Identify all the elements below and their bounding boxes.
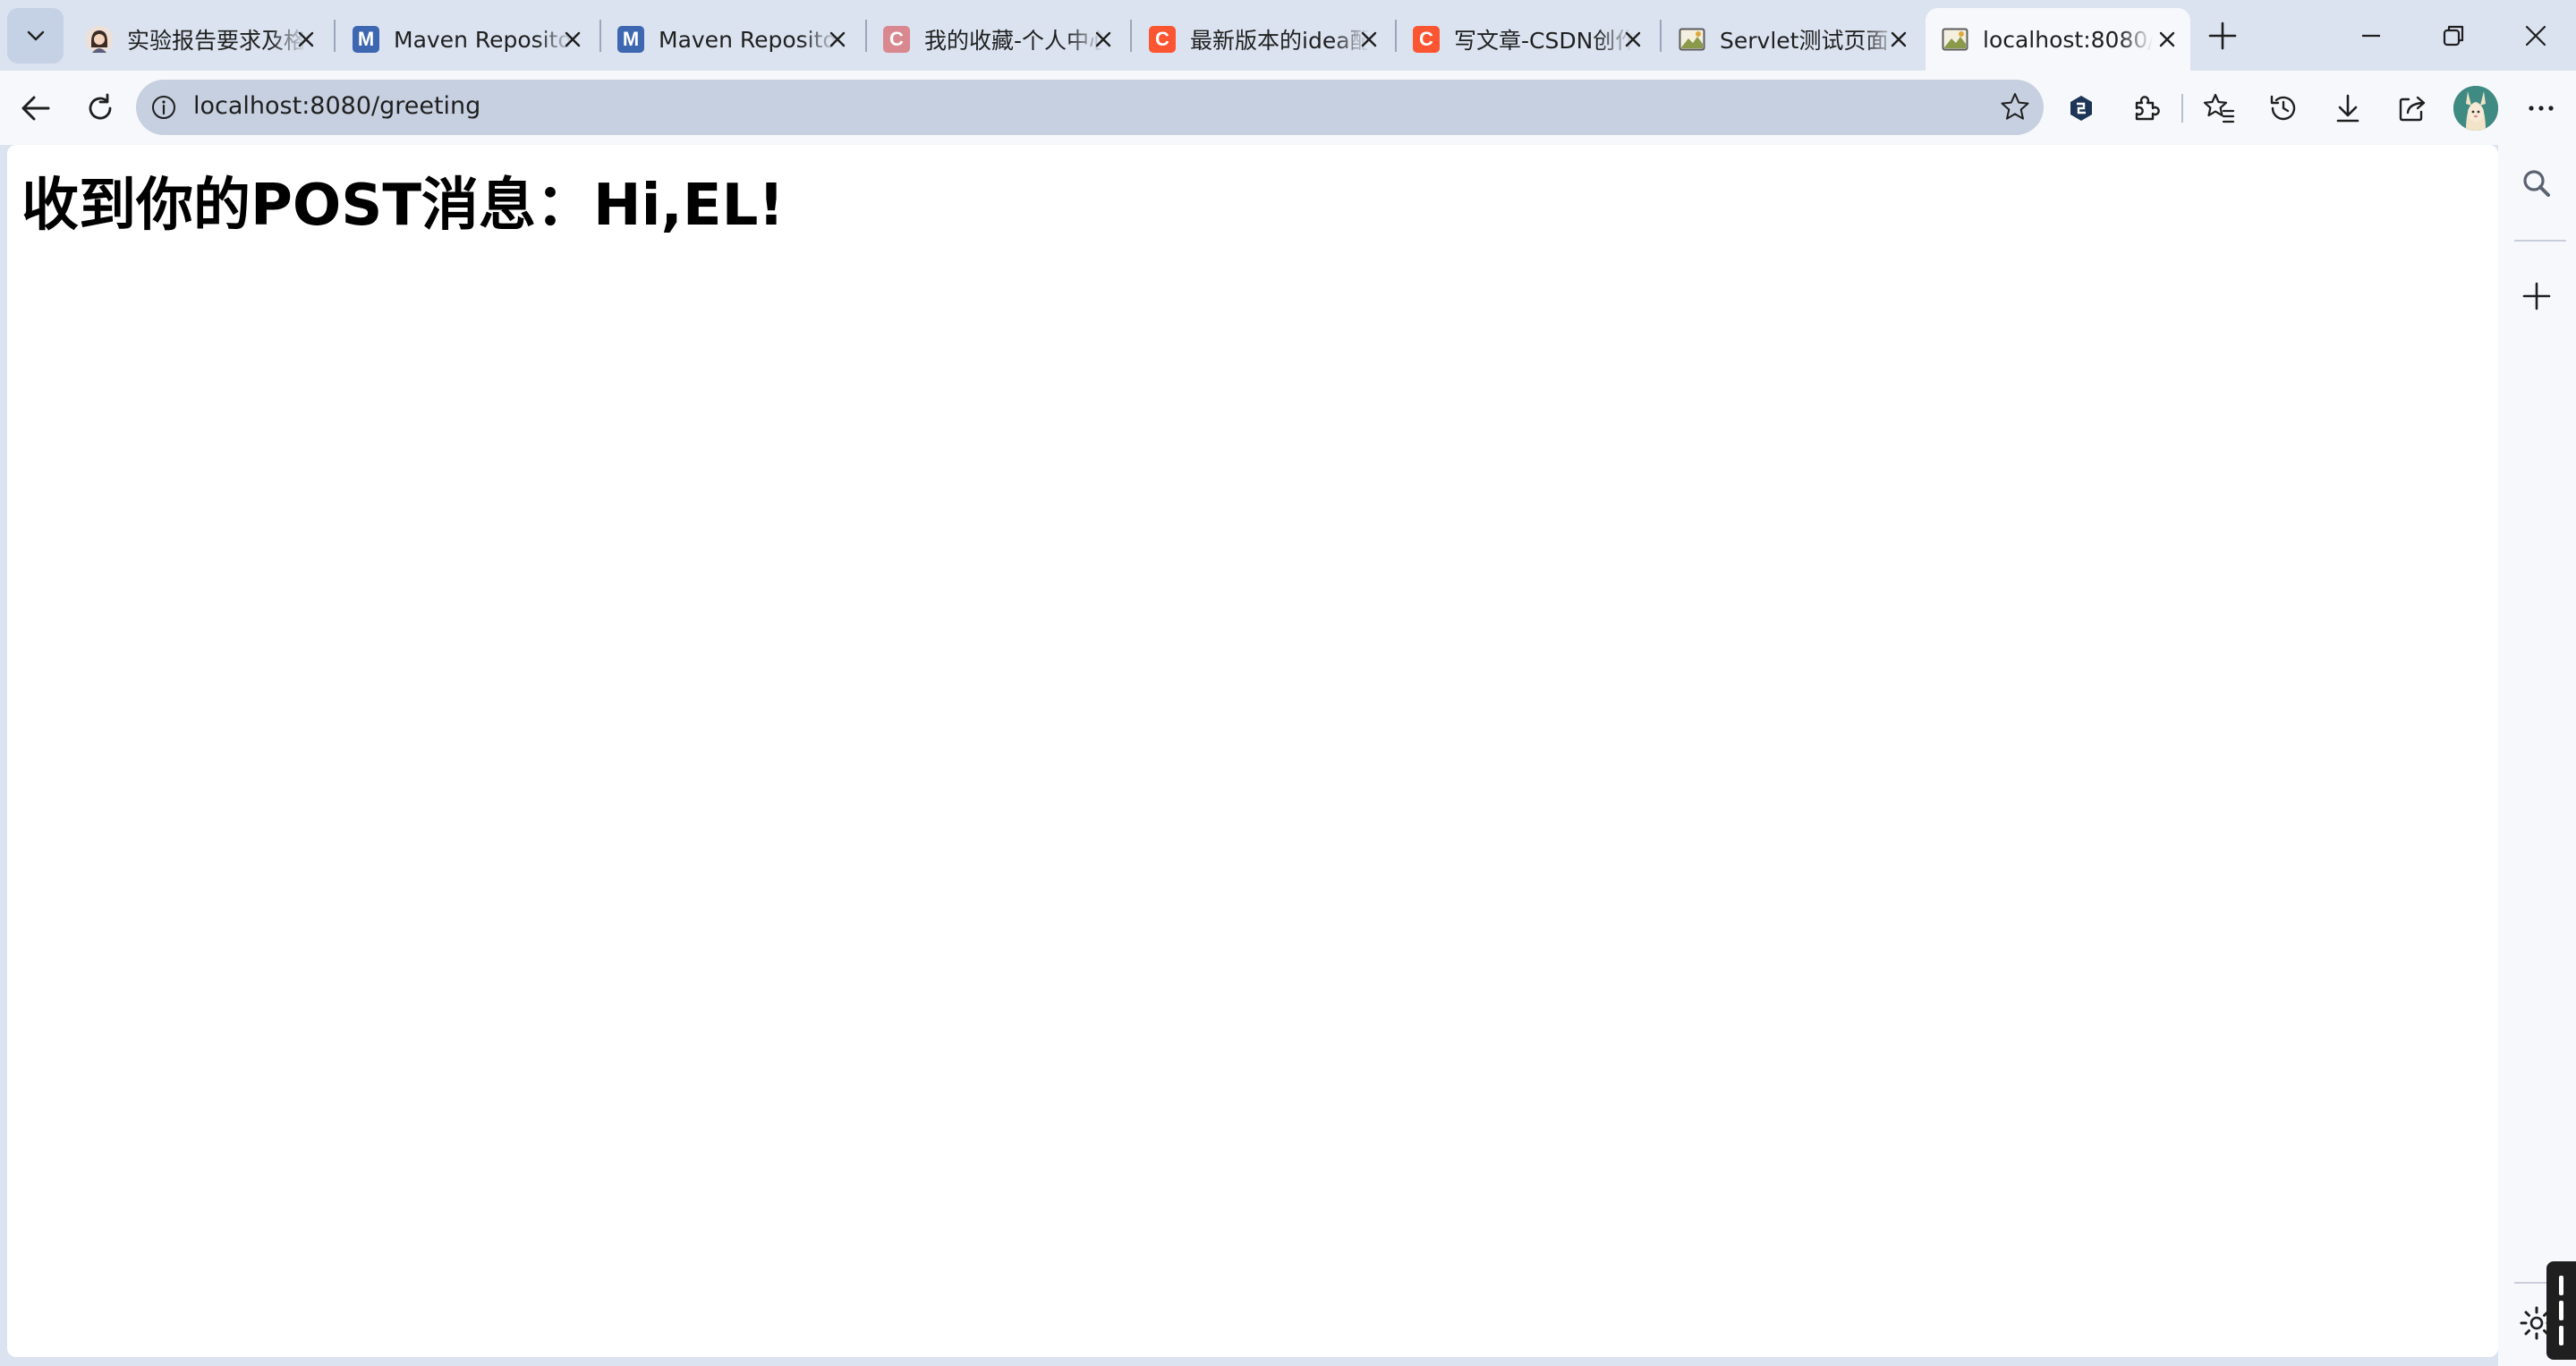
refresh-button[interactable] [81, 89, 120, 128]
sidebar-separator [2514, 240, 2566, 242]
tab-title: Maven Repository [659, 26, 837, 53]
add-favorite-star-icon[interactable] [1999, 91, 2031, 123]
history-icon [2270, 95, 2296, 121]
maven-icon: M [617, 26, 644, 53]
page-heading: 收到你的POST消息：Hi,EL! [21, 173, 785, 239]
close-icon[interactable] [562, 29, 583, 50]
favorites-icon [2203, 93, 2235, 123]
tab[interactable]: Servlet测试页面 [1662, 8, 1922, 71]
tab-title: localhost:8080/greeting [1983, 26, 2153, 53]
tab-title: Maven Repository [394, 26, 573, 53]
broken-image-icon [1942, 26, 1968, 53]
extension-hex-icon [2070, 96, 2092, 121]
download-icon [2336, 94, 2359, 123]
more-horizontal-icon [2529, 106, 2554, 111]
favorites-button[interactable] [2199, 89, 2239, 128]
chevron-down-icon [27, 30, 44, 41]
add-sidebar-app-icon[interactable] [2518, 277, 2555, 315]
tab[interactable]: 实验报告要求及格式 [70, 8, 329, 71]
tab-separator [1130, 20, 1132, 52]
tab[interactable]: C 写文章-CSDN创作 [1397, 8, 1656, 71]
tab-separator [1660, 20, 1662, 52]
tab-title: 实验报告要求及格式 [127, 28, 306, 54]
address-bar[interactable]: localhost:8080/greeting [136, 80, 2044, 135]
close-icon[interactable] [827, 29, 848, 50]
csdn-icon: C [883, 26, 910, 53]
tab[interactable]: M Maven Repository [336, 8, 596, 71]
url-text[interactable]: localhost:8080/greeting [193, 92, 480, 120]
refresh-icon [89, 93, 112, 120]
share-icon [2399, 96, 2426, 122]
browser-toolbar: localhost:8080/greeting [0, 71, 2576, 145]
share-button[interactable] [2393, 89, 2432, 128]
tab-active[interactable]: localhost:8080/greeting [1926, 8, 2190, 71]
search-icon[interactable] [2518, 165, 2555, 202]
close-icon[interactable] [2156, 29, 2178, 50]
downloads-button[interactable] [2328, 89, 2368, 128]
minimize-icon[interactable] [2355, 20, 2387, 52]
tab-actions-button[interactable] [7, 8, 64, 64]
maven-icon: M [353, 26, 379, 53]
csdn-icon: C [1149, 26, 1176, 53]
close-icon[interactable] [295, 29, 317, 50]
info-icon[interactable] [150, 94, 177, 121]
settings-more-button[interactable] [2521, 89, 2561, 128]
close-icon[interactable] [1888, 29, 1909, 50]
toolbar-separator [2181, 94, 2183, 123]
arrow-left-icon [21, 96, 50, 121]
back-button[interactable] [16, 89, 55, 128]
browser-window: 实验报告要求及格式 M Maven Repository M Maven Rep… [0, 0, 2576, 1366]
close-icon[interactable] [1092, 29, 1114, 50]
tab[interactable]: C 我的收藏-个人中心 [867, 8, 1126, 71]
puzzle-icon [2135, 96, 2160, 121]
close-icon[interactable] [1358, 29, 1380, 50]
tab-strip: 实验报告要求及格式 M Maven Repository M Maven Rep… [0, 0, 2576, 71]
tab[interactable]: M Maven Repository [601, 8, 861, 71]
new-tab-button[interactable] [2206, 20, 2239, 52]
tab-title: 最新版本的idea配置 [1190, 28, 1369, 54]
tab-separator [334, 20, 336, 52]
close-window-icon[interactable] [2520, 20, 2552, 52]
sidebar-drag-handle[interactable] [2546, 1261, 2576, 1360]
csdn-icon: C [1413, 26, 1440, 53]
broken-image-icon [1679, 26, 1705, 53]
close-icon[interactable] [1622, 29, 1644, 50]
edge-sidebar [2498, 145, 2576, 1366]
tab-title: 我的收藏-个人中心 [924, 28, 1103, 54]
extensions-button[interactable] [2126, 89, 2165, 128]
history-button[interactable] [2264, 89, 2303, 128]
tab[interactable]: C 最新版本的idea配置 [1133, 8, 1392, 71]
profile-avatar[interactable] [2453, 86, 2498, 131]
tab-title: Servlet测试页面 [1720, 28, 1889, 54]
web-content: 收到你的POST消息：Hi,EL! [7, 145, 2498, 1357]
restore-icon[interactable] [2437, 20, 2470, 52]
avatar-icon [86, 26, 113, 53]
tab-title: 写文章-CSDN创作 [1454, 28, 1633, 54]
extension-button[interactable] [2062, 89, 2101, 128]
